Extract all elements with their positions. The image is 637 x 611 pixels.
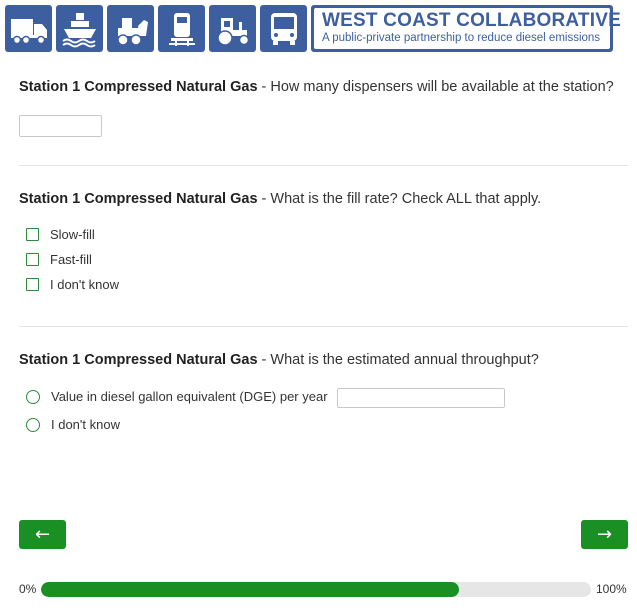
- dge-value-input[interactable]: [337, 388, 505, 408]
- brand-logo: WEST COAST COLLABORATIVE A public-privat…: [311, 5, 621, 52]
- bus-icon: [270, 12, 297, 45]
- ship-icon: [61, 12, 96, 47]
- question-text: - How many dispensers will be available …: [257, 79, 614, 95]
- dont-know-checkbox[interactable]: [26, 278, 39, 291]
- option-label: Value in diesel gallon equivalent (DGE) …: [51, 389, 328, 404]
- divider: [19, 326, 628, 327]
- question-prefix: Station 1 Compressed Natural Gas: [19, 191, 258, 207]
- divider: [19, 165, 628, 166]
- option-dge-value[interactable]: Value in diesel gallon equivalent (DGE) …: [26, 389, 328, 404]
- next-button[interactable]: →: [581, 520, 628, 549]
- option-label: Fast-fill: [50, 252, 92, 267]
- question-title: Station 1 Compressed Natural Gas - What …: [19, 190, 619, 208]
- loader-tile: [107, 5, 154, 52]
- question-dispensers: Station 1 Compressed Natural Gas - How m…: [19, 78, 619, 96]
- option-label: I don't know: [50, 277, 119, 292]
- back-button[interactable]: ←: [19, 520, 66, 549]
- fast-fill-checkbox[interactable]: [26, 253, 39, 266]
- brand-title: WEST COAST COLLABORATIVE: [322, 10, 621, 31]
- question-throughput: Station 1 Compressed Natural Gas - What …: [19, 351, 619, 369]
- option-throughput-dont-know[interactable]: I don't know: [26, 417, 120, 432]
- truck-icon: [10, 18, 47, 44]
- locomotive-tile: [158, 5, 205, 52]
- dont-know-radio[interactable]: [26, 417, 40, 432]
- option-slow-fill[interactable]: Slow-fill: [26, 227, 95, 242]
- locomotive-icon: [168, 12, 195, 46]
- loader-icon: [116, 17, 148, 46]
- option-label: I don't know: [51, 417, 120, 432]
- question-prefix: Station 1 Compressed Natural Gas: [19, 352, 258, 368]
- question-title: Station 1 Compressed Natural Gas - What …: [19, 351, 619, 369]
- ship-tile: [56, 5, 103, 52]
- progress-end-label: 100%: [596, 582, 627, 596]
- slow-fill-checkbox[interactable]: [26, 228, 39, 241]
- dispensers-input[interactable]: [19, 115, 102, 137]
- option-fill-rate-dont-know[interactable]: I don't know: [26, 277, 119, 292]
- question-text: - What is the estimated annual throughpu…: [257, 352, 539, 368]
- tractor-icon: [216, 17, 249, 46]
- question-prefix: Station 1 Compressed Natural Gas: [19, 79, 258, 95]
- truck-tile: [5, 5, 52, 52]
- progress-bar: [41, 582, 591, 597]
- question-text: - What is the fill rate? Check ALL that …: [257, 191, 542, 207]
- question-title: Station 1 Compressed Natural Gas - How m…: [19, 78, 619, 96]
- bus-tile: [260, 5, 307, 52]
- question-fill-rate: Station 1 Compressed Natural Gas - What …: [19, 190, 619, 208]
- dge-value-radio[interactable]: [26, 389, 40, 404]
- option-fast-fill[interactable]: Fast-fill: [26, 252, 92, 267]
- progress-bar-fill: [41, 582, 459, 597]
- brand-tagline: A public-private partnership to reduce d…: [322, 32, 601, 44]
- progress-start-label: 0%: [19, 582, 37, 596]
- option-label: Slow-fill: [50, 227, 95, 242]
- header-banner: WEST COAST COLLABORATIVE A public-privat…: [5, 5, 621, 52]
- tractor-tile: [209, 5, 256, 52]
